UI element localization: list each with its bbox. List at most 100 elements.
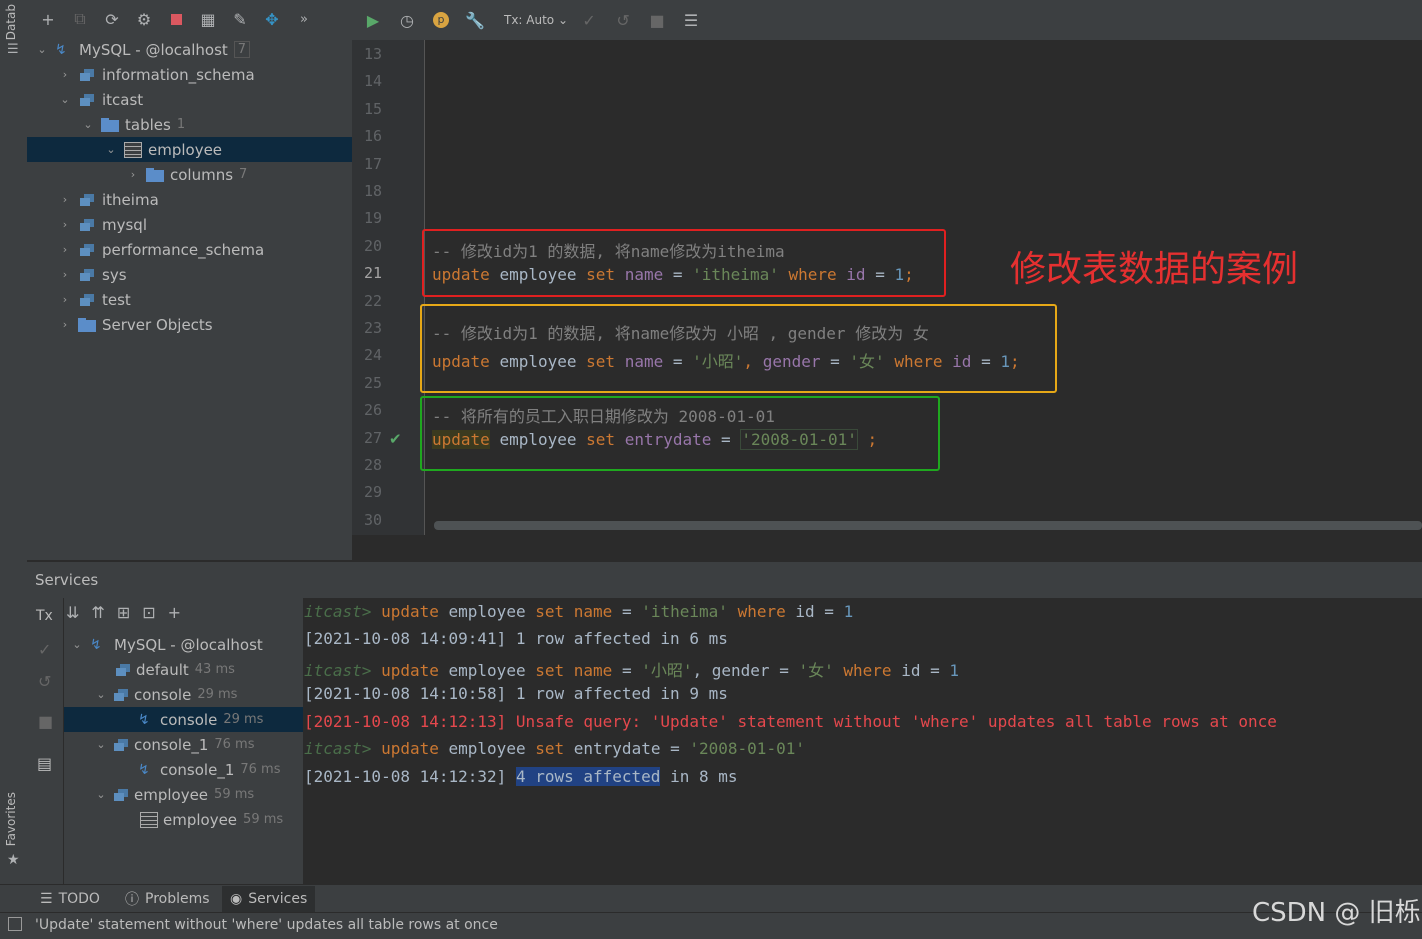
tree-item-label: information_schema — [102, 65, 255, 84]
tx-button[interactable]: Tx — [36, 608, 53, 624]
table-icon — [124, 141, 142, 158]
stop-icon[interactable]: ■ — [38, 712, 53, 731]
tree-item-itcast[interactable]: ⌄ itcast — [27, 87, 352, 112]
rollback-icon[interactable]: ↺ — [610, 7, 636, 33]
line-number: 19 — [363, 209, 382, 228]
tree-item-label: tables — [125, 115, 171, 134]
line-number: 29 — [363, 483, 382, 502]
service-label: console — [134, 685, 192, 704]
tree-item-mysql-localhost[interactable]: ⌄ ↯ MySQL - @localhost 7 — [27, 37, 352, 62]
tree-item-mysql[interactable]: › mysql — [27, 212, 352, 237]
services-header: Services — [27, 562, 1422, 598]
commit-icon[interactable]: ✓ — [576, 7, 602, 33]
plan-icon[interactable]: p — [428, 7, 454, 33]
tree-item-label: employee — [148, 140, 223, 159]
database-toolbar: + ⧉ ⟳ ⚙ ▦ ✎ ✥ » — [27, 0, 352, 38]
tree-item-label: MySQL - @localhost — [79, 40, 228, 59]
tree-item-test[interactable]: › test — [27, 287, 352, 312]
output-icon[interactable]: ☰ — [678, 7, 704, 33]
execute-icon[interactable]: ▶ — [360, 7, 386, 33]
tree-item-label: test — [102, 290, 131, 309]
service-console-1[interactable]: ⌄ console_1 76 ms — [94, 732, 254, 757]
layout-icon[interactable]: ▤ — [37, 754, 52, 773]
duplicate-icon[interactable]: ⧉ — [67, 6, 93, 32]
console-icon: ↯ — [138, 761, 150, 778]
line-number: 20 — [363, 236, 382, 255]
database-tool-tab[interactable]: Datab — [4, 4, 18, 40]
table-icon — [140, 811, 158, 828]
console-command-3: itcast> update employee set entrydate = … — [304, 739, 805, 758]
tree-item-employee[interactable]: ⌄ employee — [27, 137, 352, 162]
service-default[interactable]: default 43 ms — [114, 657, 235, 682]
service-employee-child[interactable]: employee 59 ms — [140, 807, 283, 832]
line-number: 17 — [363, 154, 382, 173]
favorites-tool-tab[interactable]: Favorites — [4, 792, 18, 846]
service-time: 29 ms — [197, 687, 238, 702]
tree-item-performance-schema[interactable]: › performance_schema — [27, 237, 352, 262]
schema-icon — [78, 241, 96, 258]
line-number: 30 — [363, 510, 382, 529]
line-number: 24 — [363, 346, 382, 365]
stop-icon[interactable] — [163, 6, 189, 32]
refresh-icon[interactable]: ⟳ — [99, 6, 125, 32]
history-icon[interactable]: ◷ — [394, 7, 420, 33]
tx-mode-dropdown[interactable]: Tx: Auto ⌄ — [504, 13, 568, 27]
tree-item-label: performance_schema — [102, 240, 265, 259]
tree-item-columns[interactable]: › columns 7 — [27, 162, 352, 187]
properties-icon[interactable]: ⚙ — [131, 6, 157, 32]
status-bar: 'Update' statement without 'where' updat… — [0, 912, 1422, 939]
services-toolbar: ⇊ ⇈ ⊞ ⊡ + — [66, 603, 181, 622]
tree-item-count: 1 — [176, 117, 186, 132]
window-icon[interactable] — [8, 917, 22, 931]
schema-icon — [78, 216, 96, 233]
tree-item-tables[interactable]: ⌄ tables 1 — [27, 112, 352, 137]
service-console-1-child[interactable]: ↯ console_1 76 ms — [138, 757, 281, 782]
edit-icon[interactable]: ✎ — [227, 6, 253, 32]
collapse-all-icon[interactable]: ⇈ — [91, 603, 104, 622]
tree-item-label: columns — [170, 165, 234, 184]
chevron-right-icon: › — [130, 168, 136, 181]
more-icon[interactable]: » — [291, 6, 317, 32]
add-service-icon[interactable]: + — [168, 603, 181, 622]
add-icon[interactable]: + — [35, 6, 61, 32]
cancel-icon[interactable]: ■ — [644, 7, 670, 33]
chevron-down-icon: ⌄ — [72, 638, 82, 651]
status-message: 'Update' statement without 'where' updat… — [35, 917, 498, 933]
horizontal-scrollbar[interactable] — [434, 521, 1422, 530]
table-icon[interactable]: ▦ — [195, 6, 221, 32]
commit-icon[interactable]: ✓ — [38, 640, 51, 659]
tree-item-information-schema[interactable]: › information_schema — [27, 62, 352, 87]
tab-problems[interactable]: ⓘ Problems — [125, 886, 210, 912]
session-icon — [112, 736, 130, 753]
settings-wrench-icon[interactable]: 🔧 — [462, 7, 488, 33]
chevron-right-icon: › — [62, 318, 68, 331]
service-mysql-localhost[interactable]: ⌄ ↯ MySQL - @localhost — [70, 632, 262, 657]
service-employee[interactable]: ⌄ employee 59 ms — [94, 782, 254, 807]
chevron-down-icon: ⌄ — [557, 13, 569, 27]
session-icon — [112, 786, 130, 803]
tree-item-sys[interactable]: › sys — [27, 262, 352, 287]
tab-services[interactable]: ◉ Services — [222, 886, 316, 914]
chevron-down-icon: ⌄ — [96, 788, 106, 801]
rollback-icon[interactable]: ↺ — [38, 672, 51, 691]
service-console-child[interactable]: ↯ console 29 ms — [64, 707, 303, 732]
tree-item-server-objects[interactable]: › Server Objects — [27, 312, 352, 337]
expand-all-icon[interactable]: ⇊ — [66, 603, 79, 622]
chevron-down-icon: ⌄ — [83, 118, 93, 131]
tree-item-itheima[interactable]: › itheima — [27, 187, 352, 212]
service-time: 76 ms — [240, 762, 281, 777]
folder-icon — [146, 166, 164, 183]
service-console[interactable]: ⌄ console 29 ms — [94, 682, 237, 707]
tab-todo[interactable]: ☰ TODO — [40, 886, 100, 912]
mysql-icon: ↯ — [55, 41, 67, 58]
group-icon[interactable]: ⊞ — [117, 603, 130, 622]
list-icon: ☰ — [40, 891, 53, 907]
schema-icon — [78, 66, 96, 83]
star-icon: ★ — [7, 852, 20, 868]
chevron-down-icon: ⌄ — [60, 93, 70, 106]
session-icon — [112, 686, 130, 703]
chevron-down-icon: ⌄ — [106, 143, 116, 156]
jump-icon[interactable]: ✥ — [259, 6, 285, 32]
service-time: 59 ms — [243, 812, 284, 827]
filter-icon[interactable]: ⊡ — [142, 603, 155, 622]
